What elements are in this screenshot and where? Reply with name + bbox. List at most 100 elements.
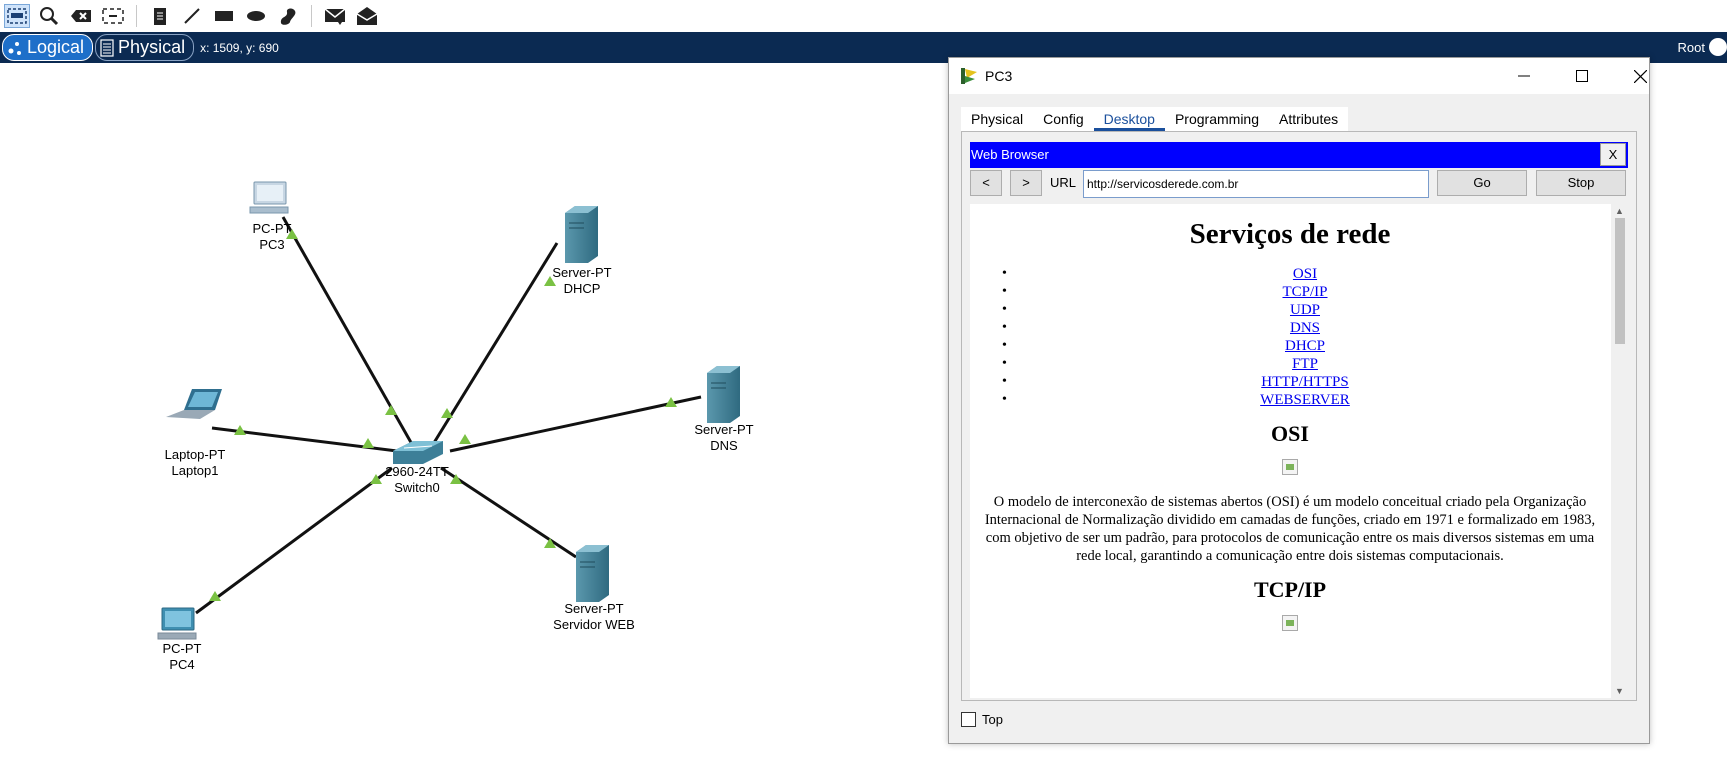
toolbar xyxy=(0,0,1727,32)
minimize-icon xyxy=(1518,75,1530,77)
window-title: PC3 xyxy=(985,68,1013,84)
link-tcp-ip[interactable]: TCP/IP xyxy=(1282,284,1327,300)
web-browser-header: Web Browser X xyxy=(970,142,1628,168)
minimize-button[interactable] xyxy=(1501,58,1547,94)
dns-label: Server-PT DNS xyxy=(694,422,754,453)
list-item: HTTP/HTTPS xyxy=(970,373,1610,391)
forward-button[interactable]: > xyxy=(1010,170,1042,196)
list-item: FTP xyxy=(970,355,1610,373)
url-label: URL xyxy=(1050,175,1077,190)
logical-icon xyxy=(7,40,23,56)
list-item: DHCP xyxy=(970,337,1610,355)
dhcp-server-icon[interactable] xyxy=(565,206,598,263)
physical-label: Physical xyxy=(118,37,186,57)
pc4-label: PC-PT PC4 xyxy=(162,641,202,672)
select-icon[interactable] xyxy=(4,4,30,28)
broken-image-icon xyxy=(1282,459,1298,475)
link-http-https[interactable]: HTTP/HTTPS xyxy=(1261,374,1349,390)
tab-programming[interactable]: Programming xyxy=(1165,107,1269,131)
tab-attributes[interactable]: Attributes xyxy=(1269,107,1348,131)
browser-page-view[interactable]: Serviços de rede OSI TCP/IP UDP DNS DHCP… xyxy=(970,204,1628,698)
toolbar-separator xyxy=(136,5,137,27)
tab-config[interactable]: Config xyxy=(1033,107,1093,131)
link-light xyxy=(459,434,471,444)
pc4-icon[interactable] xyxy=(157,607,197,640)
scroll-thumb[interactable] xyxy=(1615,218,1625,344)
list-item: OSI xyxy=(970,265,1610,283)
top-checkbox[interactable] xyxy=(961,712,976,727)
section-osi-title: OSI xyxy=(1271,421,1309,446)
web-server-icon[interactable] xyxy=(576,545,609,602)
ellipse-icon[interactable] xyxy=(243,4,269,28)
go-button[interactable]: Go xyxy=(1437,170,1527,196)
freeform-icon[interactable] xyxy=(275,4,301,28)
list-item: DNS xyxy=(970,319,1610,337)
logical-mode-button[interactable]: Logical xyxy=(2,34,94,61)
pc3-window: PC3 Physical Config Desktop Programming … xyxy=(948,57,1650,744)
link-udp[interactable]: UDP xyxy=(1290,302,1320,318)
dns-server-icon[interactable] xyxy=(707,366,740,423)
packet-tracer-icon xyxy=(961,68,977,84)
cursor-coordinates: x: 1509, y: 690 xyxy=(200,40,279,55)
tab-physical[interactable]: Physical xyxy=(961,107,1033,131)
vertical-scrollbar[interactable]: ▲ ▼ xyxy=(1611,204,1628,698)
line-icon[interactable] xyxy=(179,4,205,28)
scroll-down-arrow-icon[interactable]: ▼ xyxy=(1611,684,1628,698)
link-webserver[interactable]: WEBSERVER xyxy=(1260,392,1350,408)
toolbar-separator xyxy=(311,5,312,27)
link-dns[interactable]: DNS xyxy=(1290,320,1320,336)
pc3-label: PC-PT PC3 xyxy=(252,221,292,252)
note-icon[interactable] xyxy=(147,4,173,28)
web-browser-close-button[interactable]: X xyxy=(1600,143,1626,166)
window-tabs: Physical Config Desktop Programming Attr… xyxy=(961,107,1349,131)
list-item: WEBSERVER xyxy=(970,391,1610,409)
rectangle-icon[interactable] xyxy=(211,4,237,28)
root-label: Root xyxy=(1677,40,1705,55)
back-arrow-icon[interactable] xyxy=(1709,38,1727,56)
link-ftp[interactable]: FTP xyxy=(1292,356,1318,372)
link-light xyxy=(362,438,374,448)
physical-mode-button[interactable]: Physical xyxy=(95,34,195,61)
desktop-panel: Web Browser X < > URL http://servicosder… xyxy=(961,131,1637,701)
web-server-label: Server-PT Servidor WEB xyxy=(553,601,635,632)
inspect-icon[interactable] xyxy=(36,4,62,28)
back-button[interactable]: < xyxy=(970,170,1002,196)
delete-icon[interactable] xyxy=(68,4,94,28)
services-list: OSI TCP/IP UDP DNS DHCP FTP HTTP/HTTPS W… xyxy=(970,265,1610,409)
switch0-icon[interactable] xyxy=(393,441,443,464)
broken-image-icon xyxy=(1282,615,1298,631)
complex-pdu-icon[interactable] xyxy=(354,4,380,28)
logical-label: Logical xyxy=(27,37,85,57)
stop-button[interactable]: Stop xyxy=(1536,170,1626,196)
scroll-up-arrow-icon[interactable]: ▲ xyxy=(1611,204,1628,218)
close-button[interactable] xyxy=(1617,58,1663,94)
pc3-icon[interactable] xyxy=(249,181,289,214)
topology-canvas[interactable]: PC-PT PC3 Server-PT DHCP Server-PT DNS L… xyxy=(0,63,948,768)
section-tcp-ip-title: TCP/IP xyxy=(1253,577,1327,602)
laptop1-icon[interactable] xyxy=(166,389,222,419)
tab-desktop[interactable]: Desktop xyxy=(1093,107,1165,131)
switch0-label: 2960-24TT Switch0 xyxy=(385,464,449,495)
window-title-bar[interactable]: PC3 xyxy=(949,58,1649,94)
physical-icon xyxy=(100,38,114,57)
simple-pdu-icon[interactable] xyxy=(322,4,348,28)
section-osi-text: O modelo de interconexão de sistemas abe… xyxy=(984,494,1596,564)
maximize-button[interactable] xyxy=(1559,58,1605,94)
web-browser-title: Web Browser xyxy=(971,147,1049,162)
maximize-icon xyxy=(1576,70,1588,82)
link-osi[interactable]: OSI xyxy=(1293,266,1317,282)
top-label: Top xyxy=(982,712,1003,727)
page-heading: Serviços de rede xyxy=(1189,218,1391,250)
list-item: UDP xyxy=(970,301,1610,319)
laptop1-label: Laptop-PT Laptop1 xyxy=(164,447,226,478)
link-light xyxy=(385,405,397,415)
list-item: TCP/IP xyxy=(970,283,1610,301)
close-icon xyxy=(1633,69,1647,83)
url-input[interactable]: http://servicosderede.com.br xyxy=(1083,170,1429,198)
browser-nav-row: < > URL http://servicosderede.com.br Go … xyxy=(970,170,1628,198)
link-dhcp[interactable]: DHCP xyxy=(1285,338,1325,354)
page-content: Serviços de rede OSI TCP/IP UDP DNS DHCP… xyxy=(970,204,1610,631)
resize-icon[interactable] xyxy=(100,4,126,28)
top-option: Top xyxy=(961,712,1003,727)
dhcp-label: Server-PT DHCP xyxy=(552,265,612,296)
